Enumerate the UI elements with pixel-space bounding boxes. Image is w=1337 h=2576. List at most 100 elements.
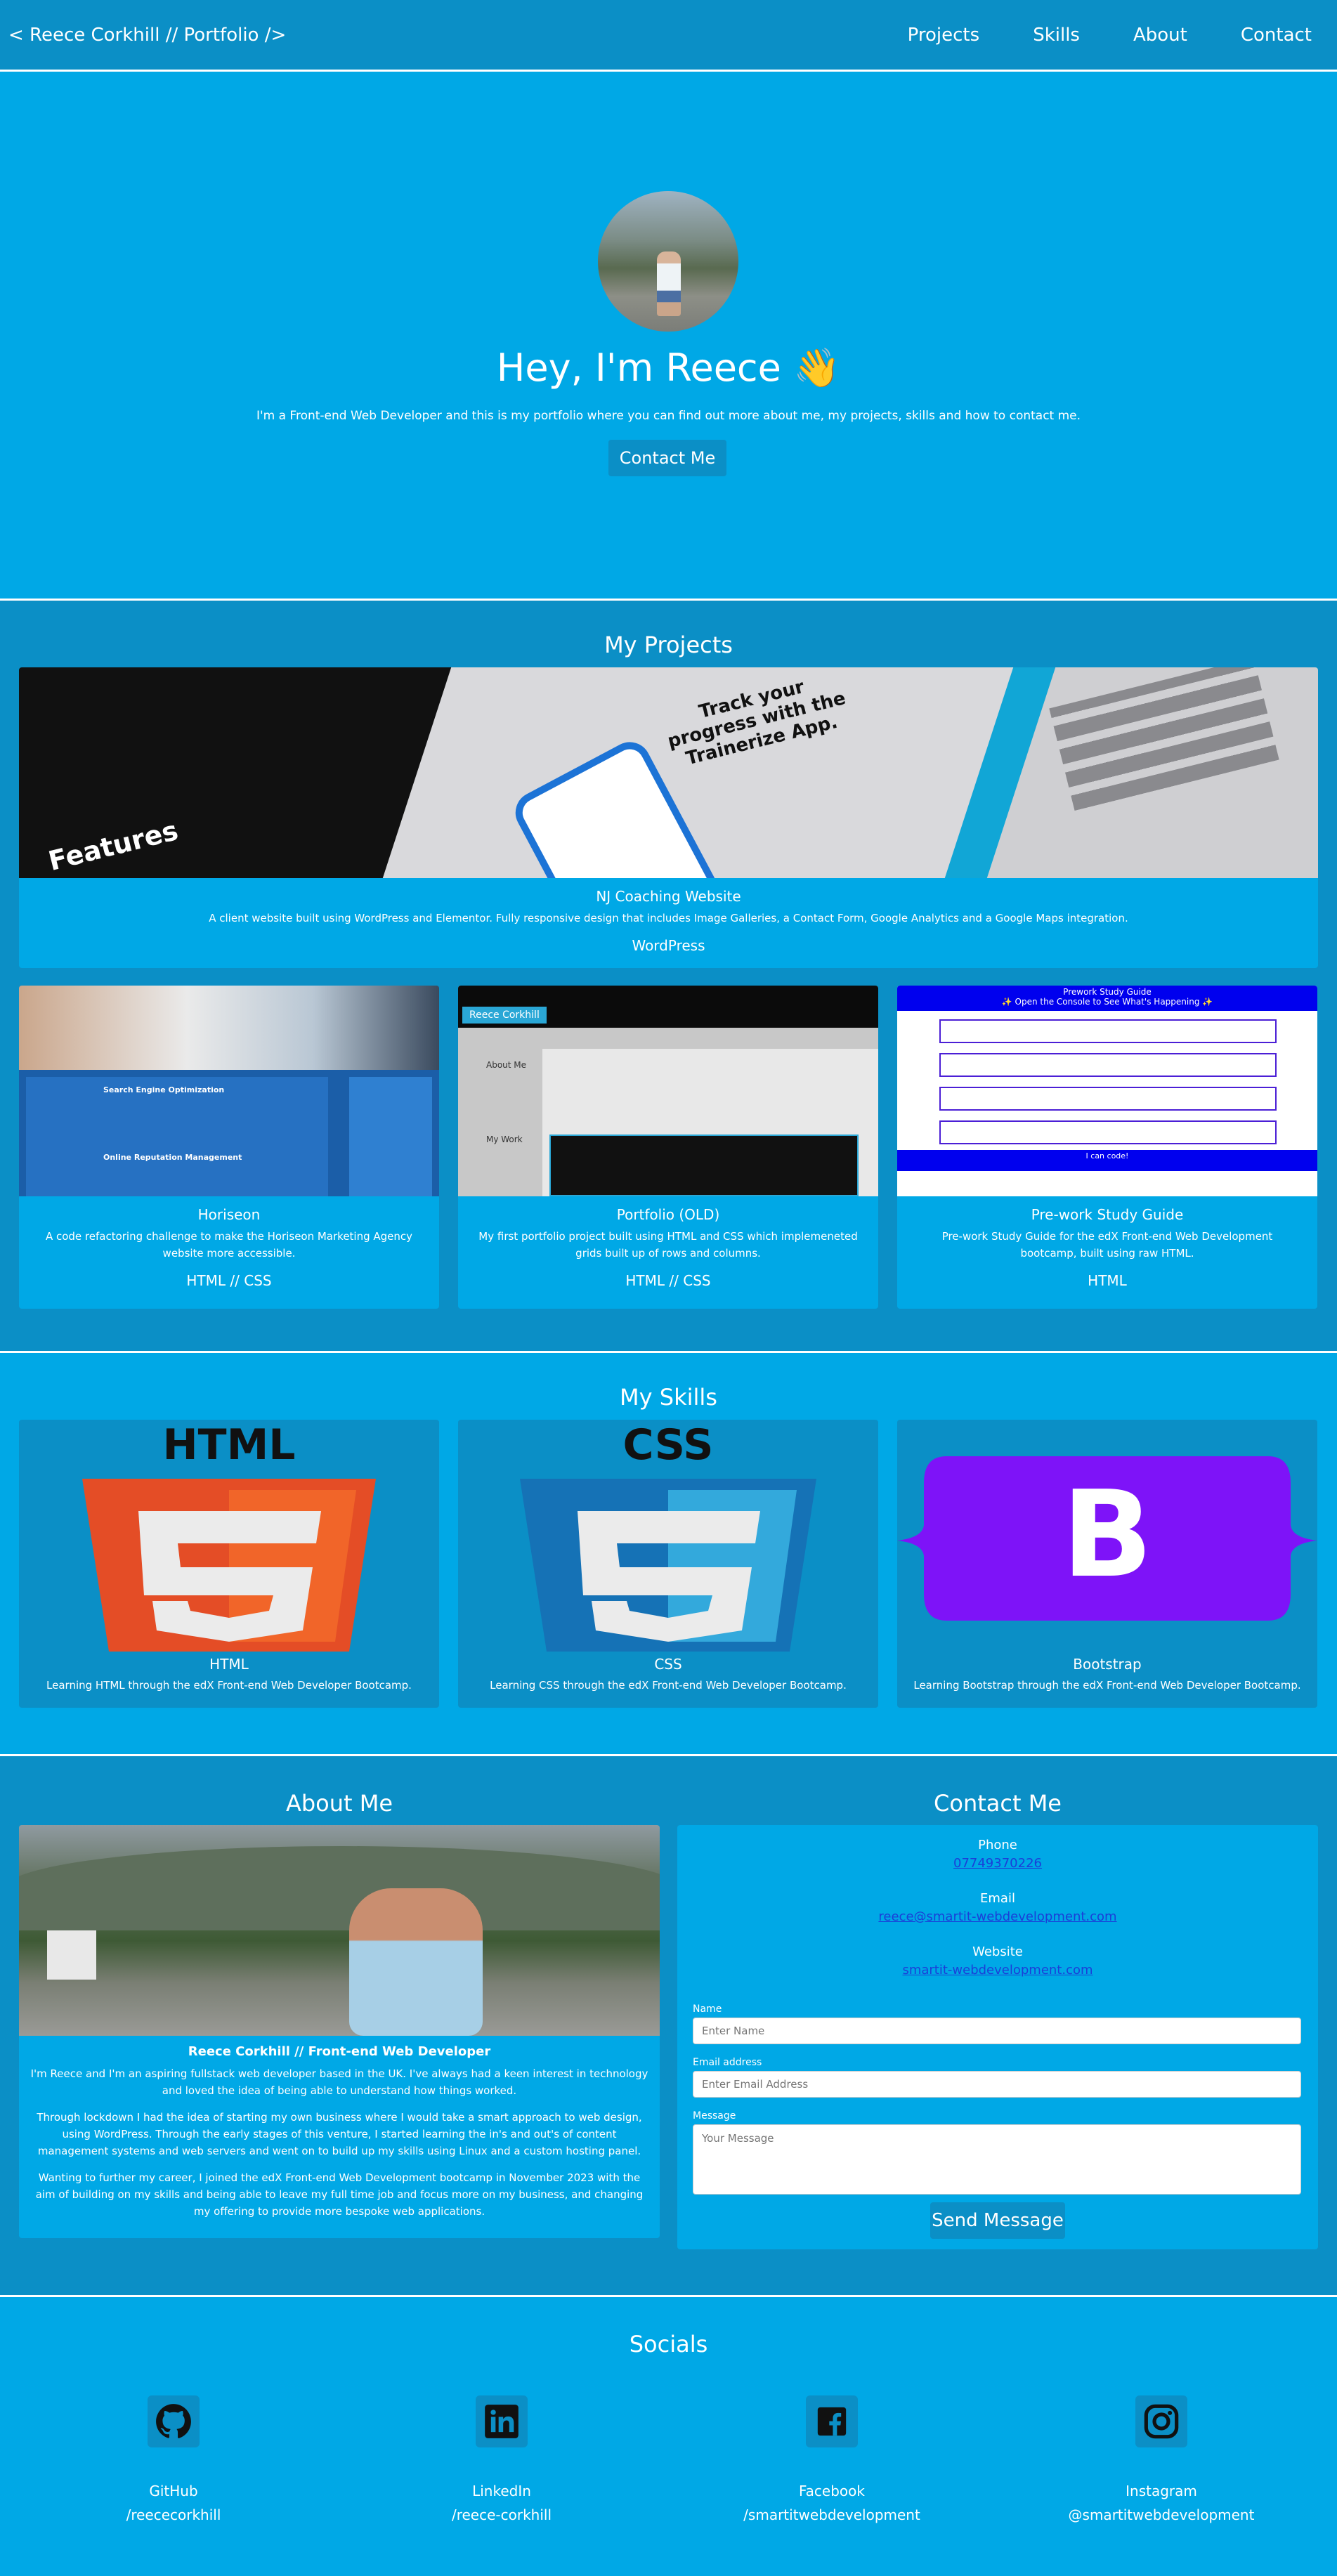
social-name: GitHub bbox=[149, 2483, 198, 2499]
email-link[interactable]: reece@smartit-webdevelopment.com bbox=[677, 1909, 1318, 1924]
name-input[interactable] bbox=[693, 2018, 1301, 2044]
prework-title-text: Prework Study Guide bbox=[1063, 987, 1152, 997]
linkedin-icon[interactable] bbox=[476, 2395, 528, 2447]
social-name: Instagram bbox=[1126, 2483, 1197, 2499]
photo-mountain bbox=[19, 1846, 660, 1930]
skill-description: Learning HTML through the edX Front-end … bbox=[46, 1679, 412, 1692]
send-message-button[interactable]: Send Message bbox=[930, 2202, 1065, 2239]
social-handle[interactable]: /reece-corkhill bbox=[340, 2506, 663, 2523]
project-title: Horiseon bbox=[197, 1206, 261, 1223]
projects-title: My Projects bbox=[604, 632, 733, 658]
portfolio-name-badge: Reece Corkhill bbox=[462, 1007, 547, 1024]
nav-links: Projects Skills About Contact bbox=[908, 25, 1312, 46]
projects-section: My Projects Features Track your progress… bbox=[0, 601, 1337, 1351]
skill-title: Bootstrap bbox=[1073, 1656, 1142, 1673]
skill-description: Learning Bootstrap through the edX Front… bbox=[913, 1679, 1301, 1692]
facebook-icon[interactable] bbox=[806, 2395, 858, 2447]
project-description: A client website built using WordPress a… bbox=[209, 912, 1128, 924]
project-card-featured[interactable]: Features Track your progress with the Tr… bbox=[19, 667, 1318, 968]
portfolio-work-label: My Work bbox=[486, 1135, 523, 1144]
about-card: Reece Corkhill // Front-end Web Develope… bbox=[19, 1825, 660, 2238]
html5-icon: HTML bbox=[82, 1420, 376, 1652]
phone-label: Phone bbox=[978, 1838, 1017, 1852]
photo-sign bbox=[47, 1930, 96, 1980]
message-textarea[interactable] bbox=[693, 2124, 1301, 2195]
brand-link[interactable]: < Reece Corkhill // Portfolio /> bbox=[8, 25, 286, 46]
hero-title: Hey, I'm Reece 👋 bbox=[496, 346, 841, 390]
avatar-person-figure bbox=[657, 251, 681, 316]
prework-box bbox=[939, 1120, 1277, 1144]
project-tech: HTML bbox=[1088, 1272, 1127, 1289]
email-input[interactable] bbox=[693, 2071, 1301, 2098]
phone-link[interactable]: 07749370226 bbox=[677, 1856, 1318, 1871]
about-name: Reece Corkhill // Front-end Web Develope… bbox=[188, 2044, 491, 2059]
project-card-horiseon[interactable]: Search Engine Optimization Online Reputa… bbox=[19, 986, 439, 1309]
prework-header: Prework Study Guide ✨ Open the Console t… bbox=[897, 986, 1317, 1011]
social-handle[interactable]: /smartitwebdevelopment bbox=[670, 2506, 993, 2523]
prework-footer: I can code! bbox=[897, 1150, 1317, 1171]
project-card-prework[interactable]: Prework Study Guide ✨ Open the Console t… bbox=[897, 986, 1317, 1309]
project-title: NJ Coaching Website bbox=[596, 888, 741, 905]
bootstrap-icon: B bbox=[897, 1456, 1317, 1621]
skill-card-html: HTML HTML Learning HTML through the edX … bbox=[19, 1420, 439, 1708]
prework-box bbox=[939, 1019, 1277, 1043]
project-title: Pre-work Study Guide bbox=[1031, 1206, 1184, 1223]
navbar: < Reece Corkhill // Portfolio /> Project… bbox=[0, 0, 1337, 72]
prework-console-text: ✨ Open the Console to See What's Happeni… bbox=[1001, 997, 1213, 1007]
about-paragraph: I'm Reece and I'm an aspiring fullstack … bbox=[30, 2067, 648, 2097]
about-paragraph: Through lockdown I had the idea of start… bbox=[37, 2111, 642, 2157]
hero-section: Hey, I'm Reece 👋 I'm a Front-end Web Dev… bbox=[0, 72, 1337, 599]
website-label: Website bbox=[972, 1944, 1023, 1959]
skill-card-bootstrap: B Bootstrap Learning Bootstrap through t… bbox=[897, 1420, 1317, 1708]
project-description: Pre-work Study Guide for the edX Front-e… bbox=[941, 1230, 1273, 1260]
socials-title: Socials bbox=[629, 2331, 708, 2358]
skill-description: Learning CSS through the edX Front-end W… bbox=[490, 1679, 847, 1692]
name-field-label: Name bbox=[693, 2003, 722, 2015]
about-paragraph: Wanting to further my career, I joined t… bbox=[35, 2171, 644, 2218]
skill-title: CSS bbox=[654, 1656, 682, 1673]
website-link[interactable]: smartit-webdevelopment.com bbox=[677, 1963, 1318, 1977]
about-photo bbox=[19, 1825, 660, 2036]
profile-avatar bbox=[598, 191, 738, 332]
svg-text:CSS: CSS bbox=[623, 1420, 714, 1470]
project-tech: WordPress bbox=[632, 937, 705, 954]
horiseon-seo-label: Search Engine Optimization bbox=[103, 1085, 225, 1094]
github-icon[interactable] bbox=[148, 2395, 200, 2447]
social-name: Facebook bbox=[799, 2483, 865, 2499]
contact-me-button[interactable]: Contact Me bbox=[608, 440, 726, 476]
project-description: My first portfolio project built using H… bbox=[478, 1230, 858, 1260]
nav-link-projects[interactable]: Projects bbox=[908, 25, 980, 46]
horiseon-sidebar-panel bbox=[349, 1077, 432, 1196]
email-field-label: Email address bbox=[693, 2057, 762, 2068]
nav-link-skills[interactable]: Skills bbox=[1033, 25, 1080, 46]
svg-text:B: B bbox=[1062, 1465, 1153, 1604]
project-description: A code refactoring challenge to make the… bbox=[45, 1230, 413, 1260]
project-title: Portfolio (OLD) bbox=[616, 1206, 720, 1223]
hero-subtitle: I'm a Front-end Web Developer and this i… bbox=[256, 409, 1081, 423]
project-image-nj-coaching: Features Track your progress with the Tr… bbox=[19, 667, 1318, 878]
project-image-portfolio-old: Reece Corkhill About Me My Work bbox=[458, 986, 878, 1196]
nav-link-about[interactable]: About bbox=[1133, 25, 1187, 46]
project-image-horiseon: Search Engine Optimization Online Reputa… bbox=[19, 986, 439, 1196]
project-card-portfolio-old[interactable]: Reece Corkhill About Me My Work Portfoli… bbox=[458, 986, 878, 1309]
email-label: Email bbox=[980, 1891, 1015, 1906]
social-handle[interactable]: /reececorkhill bbox=[12, 2506, 335, 2523]
horiseon-orm-label: Online Reputation Management bbox=[103, 1153, 242, 1162]
skill-card-css: CSS CSS Learning CSS through the edX Fro… bbox=[458, 1420, 878, 1708]
skill-title: HTML bbox=[209, 1656, 249, 1673]
project-image-prework: Prework Study Guide ✨ Open the Console t… bbox=[897, 986, 1317, 1196]
svg-text:HTML: HTML bbox=[162, 1420, 295, 1470]
horiseon-hero-photo bbox=[19, 986, 439, 1070]
about-title: About Me bbox=[285, 1790, 393, 1817]
css3-icon: CSS bbox=[520, 1420, 816, 1652]
contact-title: Contact Me bbox=[934, 1790, 1062, 1817]
project-tech: HTML // CSS bbox=[625, 1272, 711, 1289]
project-tech: HTML // CSS bbox=[186, 1272, 272, 1289]
section-divider bbox=[0, 2295, 1337, 2297]
nav-link-contact[interactable]: Contact bbox=[1241, 25, 1312, 46]
contact-card: Phone 07749370226 Email reece@smartit-we… bbox=[677, 1825, 1318, 2249]
social-handle[interactable]: @smartitwebdevelopment bbox=[1000, 2506, 1323, 2523]
message-field-label: Message bbox=[693, 2110, 736, 2121]
instagram-icon[interactable] bbox=[1135, 2395, 1187, 2447]
horiseon-content-panel bbox=[26, 1077, 328, 1196]
